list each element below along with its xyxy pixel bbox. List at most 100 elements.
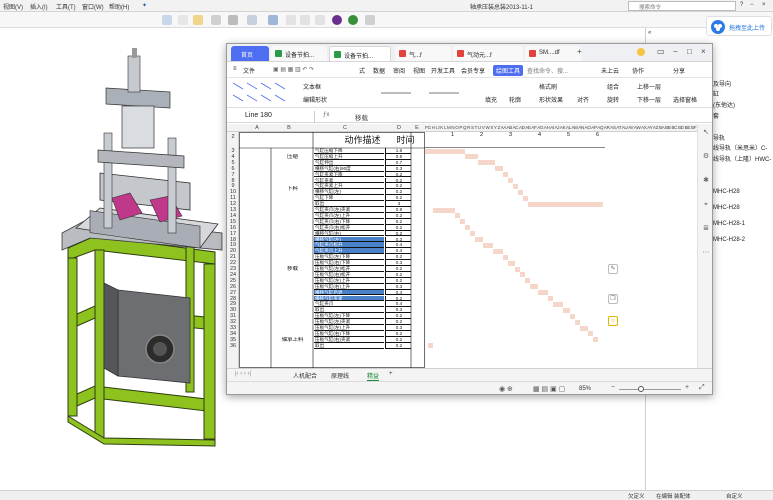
help-icon[interactable]: ? (740, 2, 743, 8)
more-icon[interactable]: ⋯ (701, 248, 711, 258)
rebuild-icon[interactable] (286, 15, 296, 25)
tree-item[interactable]: MHC-H28 (713, 205, 740, 211)
location-pin-icon[interactable]: ⌖ (701, 200, 711, 210)
row-number[interactable]: 2 (227, 134, 239, 140)
close-icon[interactable]: × (701, 47, 706, 56)
zoom-slider-thumb[interactable] (638, 386, 644, 392)
new-tab-button[interactable]: + (577, 47, 582, 56)
eye-protection-icon[interactable]: ◉ ⊕ (499, 385, 513, 393)
menu-data[interactable]: 数据 (373, 66, 385, 75)
close-icon[interactable]: × (762, 2, 766, 8)
menu-help[interactable]: 帮助(H) (109, 2, 129, 11)
zoom-slider[interactable] (619, 389, 681, 390)
edit-shape-button[interactable]: 编辑形状 (303, 95, 327, 104)
tab-drawing-tools[interactable]: 绘图工具 (493, 65, 524, 76)
column-header[interactable]: E (411, 125, 423, 131)
menu-view[interactable]: 视图 (413, 66, 425, 75)
new-file-icon[interactable] (178, 15, 188, 25)
column-header[interactable]: B (283, 125, 295, 131)
panel-collapse-icon[interactable]: « (648, 30, 651, 36)
avatar[interactable] (637, 48, 645, 56)
options-gear-icon[interactable] (315, 15, 325, 25)
table-cell-description[interactable]: 取出 (314, 343, 384, 349)
add-sheet-button[interactable]: + (389, 371, 393, 377)
collab-button[interactable]: 协作 (632, 66, 644, 75)
tab-pdf-2[interactable]: 气动元...f (453, 46, 523, 61)
tree-item[interactable]: MHC-H28 (713, 189, 740, 195)
sliders-icon[interactable]: ⚙ (701, 152, 711, 162)
scene-sphere-icon[interactable] (348, 15, 358, 25)
tab-home[interactable]: 首页 (231, 46, 269, 61)
file-properties-icon[interactable] (300, 15, 310, 25)
tab-doc-2-active[interactable]: 设备节拍... (329, 46, 391, 61)
bring-forward-button[interactable]: 上移一层 (637, 82, 661, 91)
print-icon[interactable] (228, 15, 238, 25)
menu-review[interactable]: 审阅 (393, 66, 405, 75)
cloud-status[interactable]: 未上云 (601, 66, 619, 75)
table-cell-time[interactable]: 0.2 (385, 342, 411, 349)
zoom-out-icon[interactable]: − (611, 384, 615, 391)
menu-member[interactable]: 会员专享 (461, 66, 485, 75)
sheet-grid[interactable]: A B C D E FG H I J K L M N O P Q R S T U… (227, 124, 697, 368)
pin-icon[interactable]: ✦ (142, 2, 147, 9)
column-header[interactable]: D (393, 125, 405, 131)
format-painter-button[interactable]: 格式刷 (539, 82, 557, 91)
settings-icon[interactable]: ✱ (701, 176, 711, 186)
row-number[interactable]: 36 (227, 343, 239, 349)
line-shapes-gallery[interactable] (231, 79, 299, 107)
formula-input[interactable]: 移载 (355, 112, 368, 122)
tab-pdf-3[interactable]: SM....df (525, 46, 581, 61)
zoom-in-icon[interactable]: + (685, 384, 689, 391)
menu-developer[interactable]: 开发工具 (431, 66, 455, 75)
home-icon[interactable] (162, 15, 172, 25)
fit-screen-icon[interactable]: ⤢ (699, 384, 705, 392)
tree-item[interactable]: 线导轨（上隆）HWC- (713, 154, 771, 163)
layers-icon[interactable]: ≣ (701, 224, 711, 234)
group-button[interactable]: 组合 (607, 82, 619, 91)
menu-format[interactable]: 式 (359, 66, 365, 75)
copy-icon[interactable]: ❐ (608, 294, 618, 304)
open-folder-icon[interactable] (193, 15, 203, 25)
menu-icon[interactable]: ≡ (233, 66, 237, 72)
fx-icon[interactable]: ƒx (323, 112, 329, 118)
tree-item[interactable]: 缸 (713, 89, 719, 98)
sheet-nav-arrows[interactable]: |‹ ‹ › ›| (235, 371, 251, 377)
display-icon[interactable] (365, 15, 375, 25)
status-custom[interactable]: 自定义 (726, 492, 743, 500)
sheet-tab-active[interactable]: 精益 (367, 371, 380, 381)
name-box[interactable]: Line 180 (231, 111, 315, 122)
tree-item[interactable]: 线导轨（米思米）C- (713, 143, 767, 152)
tab-doc-1[interactable]: 设备节拍... (271, 46, 327, 61)
select-arrow-icon[interactable] (268, 15, 278, 25)
wps-spreadsheet-window[interactable]: 首页 设备节拍... 设备节拍... 气...f 气动元...f SM....d… (226, 43, 713, 395)
line-style-gallery[interactable] (377, 79, 473, 107)
select-cursor-icon[interactable]: ↖ (701, 128, 711, 138)
tree-item[interactable]: MHC-H28-2 (713, 237, 745, 243)
pen-icon[interactable]: ✎ (608, 264, 618, 274)
rotate-button[interactable]: 旋转 (607, 95, 619, 104)
menu-insert[interactable]: 插入(I) (30, 2, 48, 11)
view-mode-icons[interactable]: ▦ ▤ ▣ ▢ (533, 385, 565, 393)
tree-item[interactable]: 导轨 (713, 133, 725, 142)
minimize-icon[interactable]: − (673, 47, 678, 56)
tree-item[interactable]: 套 (713, 111, 719, 120)
column-header[interactable]: C (339, 125, 351, 131)
selection-pane-button[interactable]: 选择窗格 (673, 95, 697, 104)
tab-pdf-1[interactable]: 气...f (395, 46, 451, 61)
share-button[interactable]: 分享 (673, 66, 685, 75)
shape-effect-button[interactable]: 形状效果 (539, 95, 563, 104)
save-icon[interactable] (211, 15, 221, 25)
tree-item[interactable]: (东他达) (713, 100, 735, 109)
tree-item[interactable]: MHC-H28-1 (713, 221, 745, 227)
menu-file[interactable]: 文件 (243, 66, 255, 75)
menu-tools[interactable]: 工具(T) (56, 2, 76, 11)
undo-icon[interactable] (247, 15, 257, 25)
align-button[interactable]: 对齐 (577, 95, 589, 104)
send-backward-button[interactable]: 下移一层 (637, 95, 661, 104)
cloud-upload-dropzone[interactable]: 拖拽至此上传 (706, 16, 772, 36)
quick-access-icons[interactable]: ▣ ▤ ▦ ▥ ↶ ↷ (273, 66, 314, 73)
sheet-tab[interactable]: 人机配合 (293, 371, 317, 380)
column-header[interactable]: A (251, 125, 263, 131)
minimize-icon[interactable]: − (750, 2, 754, 8)
window-layout-icon[interactable]: ▭ (657, 47, 665, 56)
